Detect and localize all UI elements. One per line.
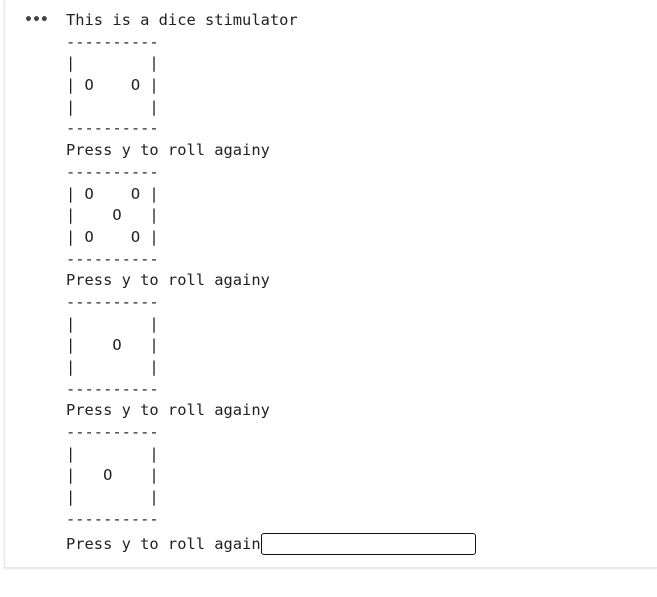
- stdout-line: ----------: [66, 423, 159, 442]
- stdout-line: Press y to roll againy: [66, 141, 270, 160]
- stdin-input[interactable]: [260, 533, 476, 555]
- more-horizontal-icon[interactable]: •••: [24, 10, 49, 30]
- stdout-line: | O |: [66, 336, 159, 355]
- stdout-line: | |: [66, 54, 159, 73]
- stdout-line: ----------: [66, 162, 159, 181]
- stdout-line: ----------: [66, 119, 159, 138]
- stdout-line: ----------: [66, 32, 159, 51]
- stdout-line: Press y to roll againy: [66, 271, 270, 290]
- stdout-line: ----------: [66, 249, 159, 268]
- stdout-line: | |: [66, 488, 159, 507]
- stdout-line: Press y to roll againy: [66, 401, 270, 420]
- stdout-line: ----------: [66, 509, 159, 528]
- stdout-line: | O O |: [66, 76, 159, 95]
- cell-output-area: ••• This is a dice stimulator ---------- |…: [4, 0, 657, 568]
- stdin-prompt-row: Press y to roll again: [66, 532, 476, 556]
- stdout-line: | |: [66, 444, 159, 463]
- stdout-line: ----------: [66, 292, 159, 311]
- stdout-line: | O |: [66, 206, 159, 225]
- stdout-line: ----------: [66, 379, 159, 398]
- stdout-text: This is a dice stimulator ---------- | | | …: [66, 10, 298, 531]
- stdin-prompt-label: Press y to roll again: [66, 535, 261, 553]
- stdout-line: | |: [66, 314, 159, 333]
- stdout-line: This is a dice stimulator: [66, 11, 298, 29]
- stdout-line: | O |: [66, 466, 159, 485]
- stdout-line: | O O |: [66, 184, 159, 203]
- stdout-line: | O O |: [66, 227, 159, 246]
- stdout-line: | |: [66, 358, 159, 376]
- stdout-line: | |: [66, 97, 159, 116]
